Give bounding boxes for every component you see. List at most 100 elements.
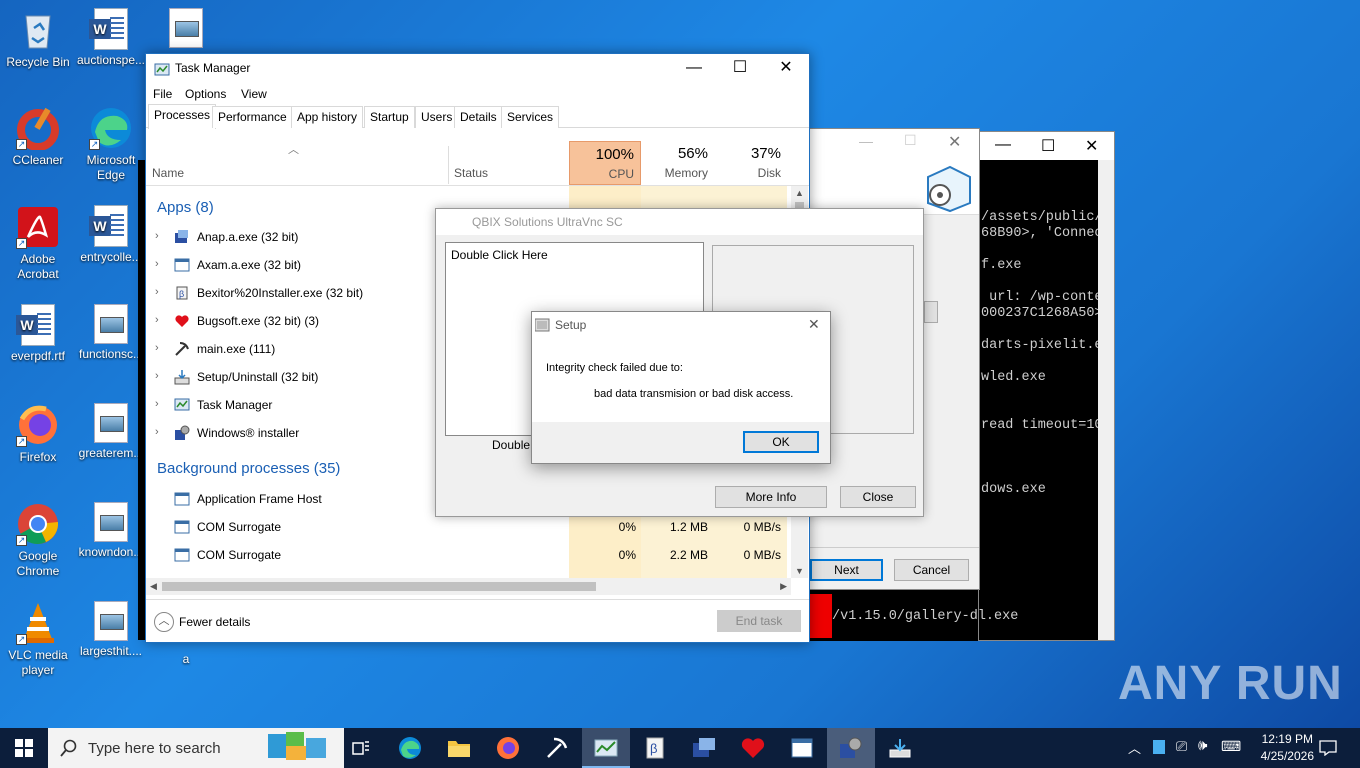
fewer-details-link[interactable]: Fewer details	[179, 615, 250, 629]
scroll-up-arrow-icon[interactable]: ▲	[795, 188, 804, 198]
menu-file[interactable]: File	[153, 87, 172, 101]
expand-chevron-icon[interactable]: ›	[155, 426, 159, 438]
start-button[interactable]	[0, 728, 48, 768]
desktop-icon-ccleaner[interactable]: ↗ CCleaner	[0, 106, 76, 168]
taskbar-clock[interactable]: 12:19 PM 4/25/2026	[1261, 731, 1314, 765]
more-info-button[interactable]: More Info	[715, 486, 827, 508]
desktop-icon-image-file[interactable]	[148, 8, 224, 51]
minimize-icon[interactable]: —	[995, 136, 1011, 154]
tab-performance[interactable]: Performance	[212, 106, 293, 128]
process-name: Application Frame Host	[197, 492, 322, 506]
close-icon[interactable]: ✕	[808, 316, 820, 333]
column-disk[interactable]: 37% Disk	[714, 141, 787, 185]
minimize-button[interactable]: —	[671, 54, 717, 84]
scroll-left-arrow-icon[interactable]: ◀	[150, 581, 157, 592]
shortcut-arrow-icon: ↗	[16, 238, 27, 249]
shortcut-arrow-icon: ↗	[16, 139, 27, 150]
anap-taskbar-icon[interactable]	[680, 728, 728, 768]
ok-button[interactable]: OK	[743, 431, 819, 453]
file-explorer-icon[interactable]	[435, 728, 483, 768]
scroll-right-arrow-icon[interactable]: ▶	[780, 581, 787, 592]
desktop-icon-vlc[interactable]: ↗ VLC media player	[0, 601, 76, 678]
maximize-icon[interactable]: ☐	[904, 132, 917, 149]
tab-app-history[interactable]: App history	[291, 106, 364, 128]
network-icon[interactable]: ⎚	[1176, 738, 1187, 755]
dialog-footer: OK	[532, 422, 830, 463]
tab-details[interactable]: Details	[454, 106, 503, 128]
tab-startup[interactable]: Startup	[364, 106, 415, 128]
expand-chevron-icon[interactable]: ›	[155, 314, 159, 326]
expand-chevron-icon[interactable]: ›	[155, 258, 159, 270]
windows-installer-icon	[175, 425, 190, 440]
column-memory[interactable]: 56% Memory	[641, 141, 714, 185]
column-name[interactable]: Name	[152, 166, 184, 180]
horizontal-scrollbar[interactable]: ◀ ▶	[146, 578, 791, 595]
column-cpu[interactable]: 100% CPU	[569, 141, 641, 185]
setup-taskbar-icon[interactable]	[876, 728, 924, 768]
process-row-com-surrogate[interactable]: COM Surrogate 0% 2.2 MB 0 MB/s	[146, 541, 786, 569]
notifications-icon[interactable]	[1319, 740, 1337, 756]
tab-processes[interactable]: Processes	[148, 104, 217, 129]
desktop-icon-firefox[interactable]: ↗ Firefox	[0, 403, 76, 465]
axam-taskbar-icon[interactable]	[778, 728, 826, 768]
ultravnc-titlebar[interactable]: QBIX Solutions UltraVnc SC	[436, 209, 923, 235]
scroll-thumb[interactable]	[162, 582, 596, 591]
expand-chevron-icon[interactable]: ›	[155, 398, 159, 410]
close-icon[interactable]: ✕	[948, 132, 961, 152]
shortcut-arrow-icon: ↗	[16, 436, 27, 447]
menu-view[interactable]: View	[241, 87, 267, 101]
minimize-icon[interactable]: —	[859, 133, 873, 149]
console-window[interactable]: — ☐ ✕ /assets/public/ 68B90>, 'Connec f.…	[978, 131, 1115, 641]
desktop-icon-chrome[interactable]: ↗ Google Chrome	[0, 502, 76, 579]
close-button[interactable]: ✕	[763, 54, 809, 84]
expand-chevron-icon[interactable]: ›	[155, 230, 159, 242]
puzzle-widget-icon	[268, 732, 326, 760]
expand-chevron-icon[interactable]: ›	[155, 342, 159, 354]
expand-chevron-icon[interactable]: ›	[155, 370, 159, 382]
firefox-taskbar-icon[interactable]	[484, 728, 532, 768]
maximize-icon[interactable]: ☐	[1041, 136, 1055, 156]
console-scrollbar[interactable]	[1098, 160, 1114, 640]
expand-chevron-icon[interactable]: ›	[155, 286, 159, 298]
scroll-down-arrow-icon[interactable]: ▼	[795, 566, 804, 576]
window-app-icon	[174, 548, 190, 562]
end-task-button[interactable]: End task	[717, 610, 801, 632]
cancel-button[interactable]: Cancel	[894, 559, 969, 581]
sort-chevron-up-icon[interactable]: ︿	[288, 141, 299, 157]
next-button[interactable]: Next	[810, 559, 883, 581]
tab-users[interactable]: Users	[415, 106, 459, 128]
menu-options[interactable]: Options	[185, 87, 226, 101]
maximize-button[interactable]: ☐	[717, 54, 763, 84]
volume-icon[interactable]: 🕪	[1198, 737, 1207, 754]
setup-error-dialog[interactable]: Setup ✕ Integrity check failed due to: b…	[531, 311, 831, 464]
setup-titlebar[interactable]: Setup ✕	[532, 312, 830, 338]
vlc-icon: ↗	[16, 601, 60, 645]
tab-services[interactable]: Services	[501, 106, 560, 128]
process-row-com-surrogate[interactable]: COM Surrogate 0% 1.2 MB 0 MB/s	[146, 513, 786, 541]
tray-app-icon[interactable]	[1153, 740, 1165, 754]
list-item[interactable]: Double Click Here	[451, 248, 548, 262]
bexitor-taskbar-icon[interactable]: β	[631, 728, 679, 768]
svg-text:β: β	[179, 289, 184, 299]
task-manager-titlebar[interactable]: Task Manager — ☐ ✕	[146, 54, 809, 84]
console-titlebar[interactable]: — ☐ ✕	[979, 132, 1114, 160]
windows-installer-taskbar-icon[interactable]	[827, 728, 875, 768]
column-status[interactable]: Status	[454, 166, 488, 180]
language-icon[interactable]: ⌨	[1221, 738, 1241, 755]
chevron-up-circle-icon[interactable]: ︿	[154, 612, 174, 632]
task-view-icon[interactable]	[337, 728, 385, 768]
bugsoft-heart-icon[interactable]	[729, 728, 777, 768]
desktop-icon-adobe-acrobat[interactable]: ↗ Adobe Acrobat	[0, 205, 76, 282]
close-icon[interactable]: ✕	[1085, 136, 1098, 156]
desktop-icon-recycle-bin[interactable]: Recycle Bin	[0, 8, 76, 70]
desktop-icon-auctionspe[interactable]: W auctionspe...	[73, 8, 149, 68]
edge-taskbar-icon[interactable]	[386, 728, 434, 768]
close-button[interactable]: Close	[840, 486, 916, 508]
desktop-icon-a[interactable]: a	[148, 652, 224, 667]
disk-label: Disk	[757, 166, 781, 180]
task-manager-taskbar-icon[interactable]	[582, 728, 630, 768]
desktop-icon-everpdf[interactable]: W everpdf.rtf	[0, 304, 76, 364]
pickaxe-taskbar-icon[interactable]	[533, 728, 581, 768]
show-hidden-icons-chevron-icon[interactable]: ︿	[1128, 738, 1141, 757]
taskbar-search-box[interactable]: Type here to search	[48, 728, 344, 768]
